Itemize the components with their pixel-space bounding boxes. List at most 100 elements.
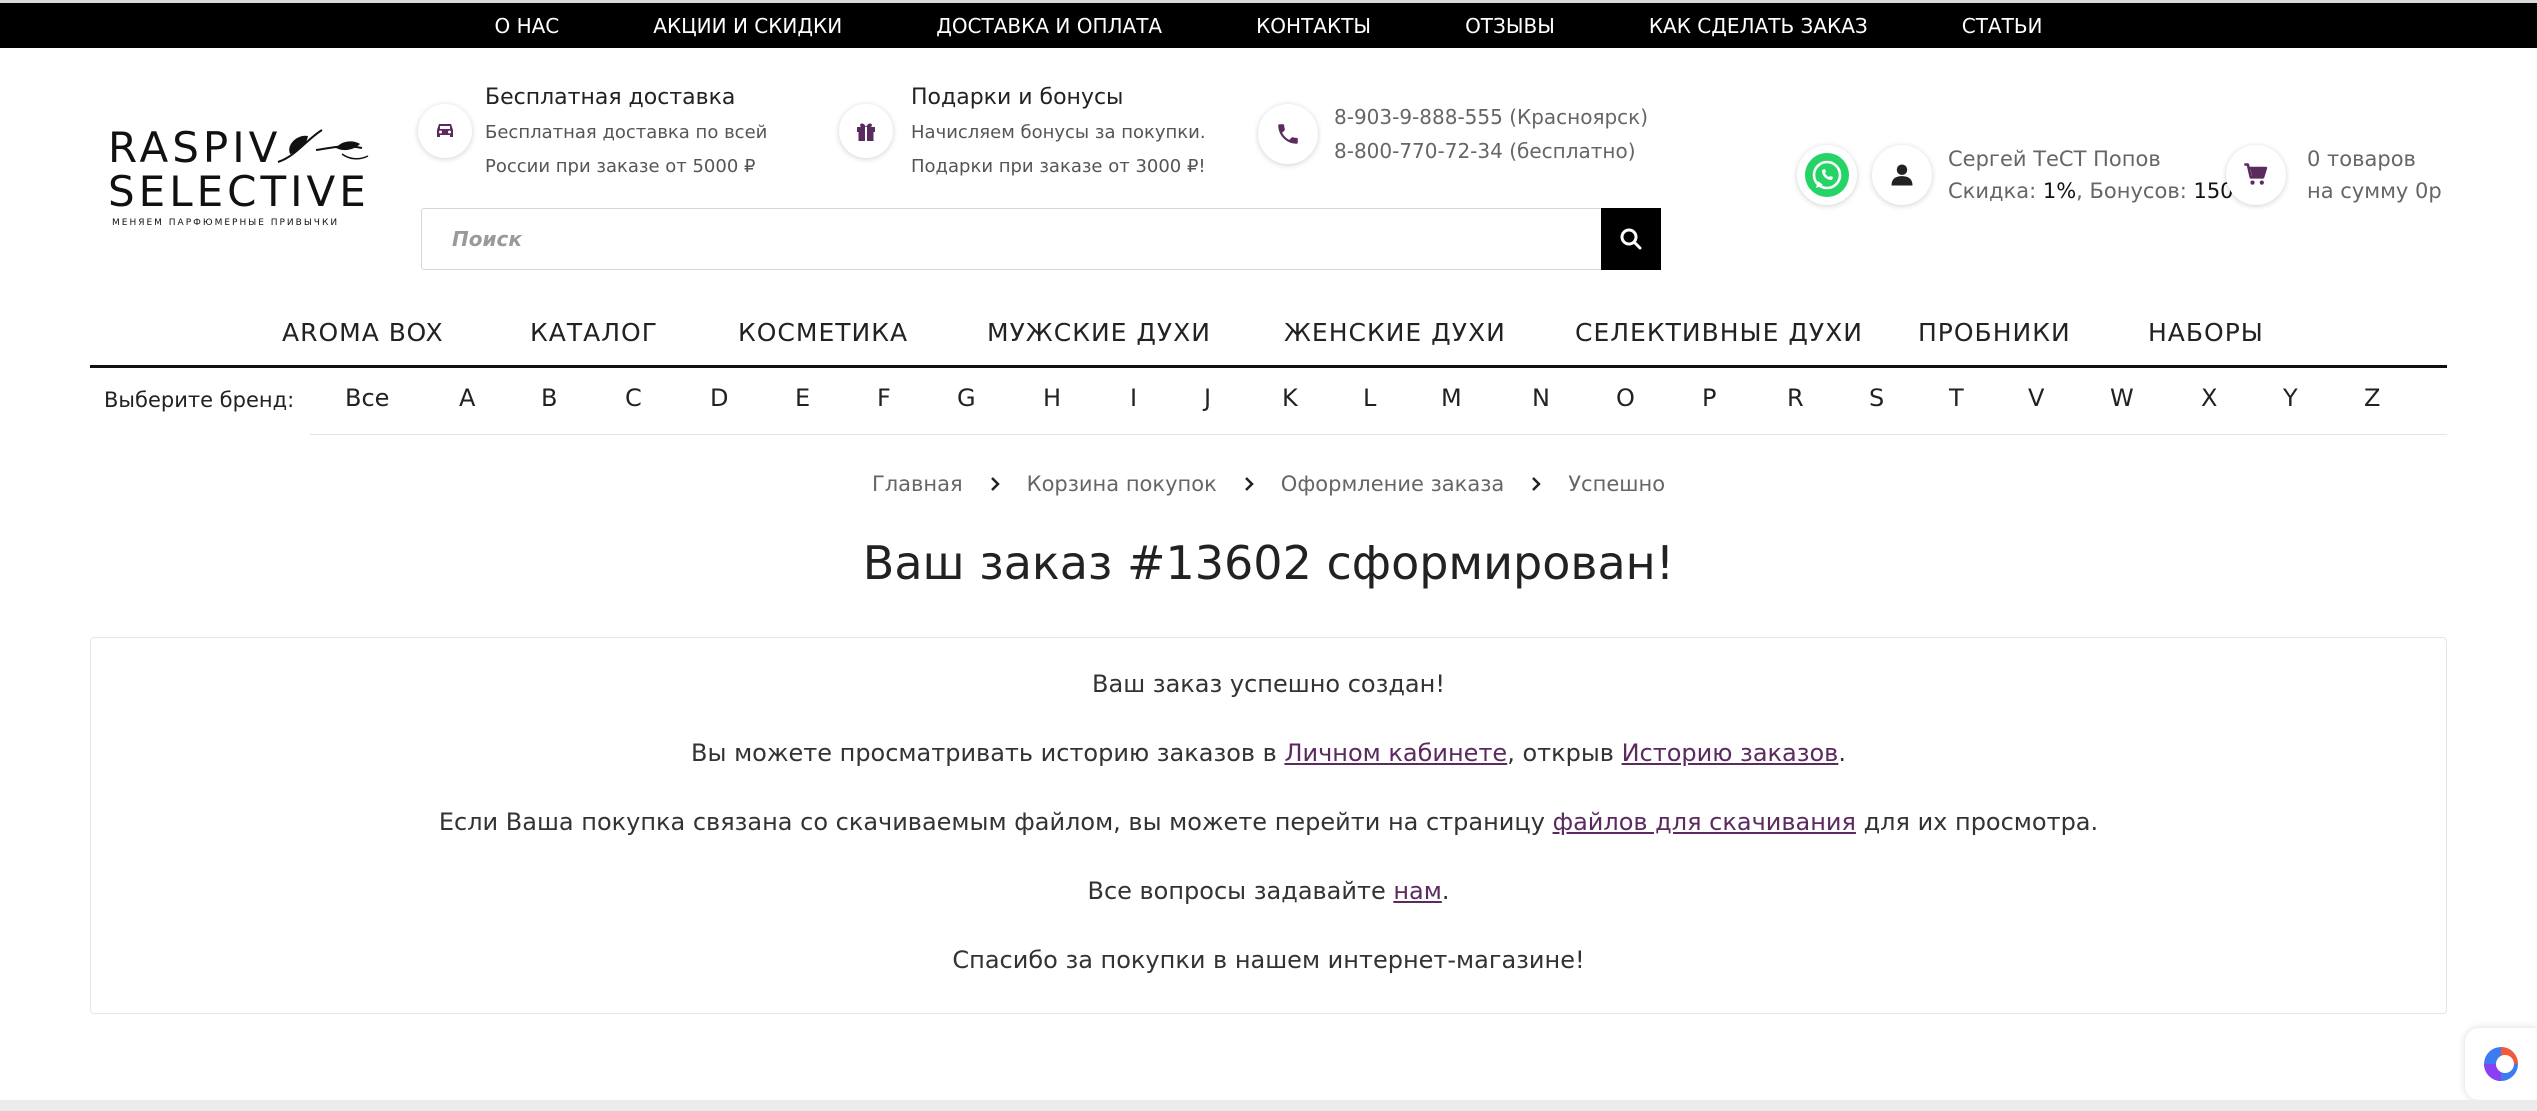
downloads-text: Если Ваша покупка связана со скачиваемым… bbox=[438, 808, 1553, 836]
page-bottom-strip bbox=[0, 1100, 2537, 1111]
brand-letter[interactable]: T bbox=[1949, 384, 1964, 412]
contact-link[interactable]: нам bbox=[1393, 877, 1442, 905]
logo-line-2: SELECTIVE bbox=[108, 167, 370, 216]
brand-filter: Выберите бренд: Все A B C D E F G H I J … bbox=[90, 368, 2447, 436]
gift-icon bbox=[857, 123, 875, 141]
brand-letter[interactable]: S bbox=[1869, 384, 1884, 412]
brand-letter[interactable]: M bbox=[1441, 384, 1462, 412]
brand-letter[interactable]: Y bbox=[2283, 384, 2298, 412]
order-history-text: , открыв bbox=[1507, 739, 1622, 767]
logo-tagline: МЕНЯЕМ ПАРФЮМЕРНЫЕ ПРИВЫЧКИ bbox=[112, 218, 340, 228]
contact-text: . bbox=[1441, 877, 1450, 905]
nav-selective-perfume[interactable]: СЕЛЕКТИВНЫЕ ДУХИ bbox=[1575, 318, 1863, 347]
nav-aroma-box[interactable]: AROMA BOX bbox=[282, 318, 444, 347]
downloads-link[interactable]: файлов для скачивания bbox=[1553, 808, 1856, 836]
chevron-right-icon bbox=[1243, 476, 1255, 492]
contact-note: Все вопросы задавайте нам. bbox=[91, 877, 2446, 905]
brand-letter[interactable]: Z bbox=[2364, 384, 2380, 412]
main-nav: AROMA BOX КАТАЛОГ КОСМЕТИКА МУЖСКИЕ ДУХИ… bbox=[90, 312, 2447, 368]
breadcrumb-checkout[interactable]: Оформление заказа bbox=[1281, 472, 1504, 496]
brand-letter[interactable]: C bbox=[625, 384, 642, 412]
downloads-note: Если Ваша покупка связана со скачиваемым… bbox=[91, 808, 2446, 836]
brand-letter[interactable]: B bbox=[541, 384, 557, 412]
leaf-icon bbox=[277, 129, 369, 163]
delivery-line-1: Бесплатная доставка по всей bbox=[485, 122, 768, 143]
chat-widget-button[interactable] bbox=[2465, 1028, 2537, 1100]
delivery-icon-circle bbox=[418, 104, 472, 158]
delivery-title: Бесплатная доставка bbox=[485, 85, 736, 110]
brand-letter[interactable]: F bbox=[877, 384, 891, 412]
top-nav-reviews[interactable]: ОТЗЫВЫ bbox=[1418, 14, 1602, 38]
brand-letter[interactable]: X bbox=[2201, 384, 2217, 412]
bonus-label: , Бонусов: bbox=[2076, 179, 2194, 203]
phone-icon bbox=[1278, 124, 1298, 144]
brand-letter[interactable]: P bbox=[1702, 384, 1716, 412]
order-history-text: Вы можете просматривать историю заказов … bbox=[691, 739, 1285, 767]
nav-catalog[interactable]: КАТАЛОГ bbox=[530, 318, 658, 347]
chevron-right-icon bbox=[1530, 476, 1542, 492]
cart-count[interactable]: 0 товаров bbox=[2307, 147, 2416, 171]
user-button[interactable] bbox=[1872, 145, 1932, 205]
brand-letter[interactable]: I bbox=[1130, 384, 1137, 412]
site-logo[interactable]: RASPIV SELECTIVE МЕНЯЕМ ПАРФЮМЕРНЫЕ ПРИВ… bbox=[108, 126, 376, 240]
downloads-text: для их просмотра. bbox=[1855, 808, 2099, 836]
brand-letter[interactable]: K bbox=[1282, 384, 1298, 412]
cart-button[interactable] bbox=[2226, 145, 2286, 205]
gifts-title: Подарки и бонусы bbox=[911, 85, 1124, 110]
whatsapp-button[interactable] bbox=[1797, 145, 1857, 205]
brand-letter[interactable]: N bbox=[1532, 384, 1550, 412]
top-nav-sales[interactable]: АКЦИИ И СКИДКИ bbox=[606, 14, 889, 38]
user-name[interactable]: Сергей ТеСТ Попов bbox=[1948, 147, 2161, 171]
car-icon bbox=[437, 124, 453, 137]
gift-icon-circle bbox=[839, 104, 893, 158]
brand-letter[interactable]: R bbox=[1787, 384, 1804, 412]
brand-letter[interactable]: E bbox=[795, 384, 810, 412]
delivery-line-2: России при заказе от 5000 ₽ bbox=[485, 156, 756, 177]
nav-womens-perfume[interactable]: ЖЕНСКИЕ ДУХИ bbox=[1284, 318, 1506, 347]
gifts-line-1: Начисляем бонусы за покупки. bbox=[911, 122, 1206, 143]
top-nav-about[interactable]: О НАС bbox=[447, 14, 606, 38]
brand-letter[interactable]: D bbox=[710, 384, 728, 412]
contact-text: Все вопросы задавайте bbox=[1087, 877, 1394, 905]
brand-letter[interactable]: O bbox=[1616, 384, 1635, 412]
nav-sets[interactable]: НАБОРЫ bbox=[2148, 318, 2264, 347]
search-input[interactable] bbox=[422, 209, 1600, 269]
gifts-line-2: Подарки при заказе от 3000 ₽! bbox=[911, 156, 1206, 177]
breadcrumb-home[interactable]: Главная bbox=[872, 472, 963, 496]
cart-icon bbox=[2244, 163, 2268, 185]
chevron-right-icon bbox=[989, 476, 1001, 492]
nav-cosmetics[interactable]: КОСМЕТИКА bbox=[738, 318, 908, 347]
success-message: Ваш заказ успешно создан! bbox=[1092, 670, 1445, 698]
brand-filter-label: Выберите бренд: bbox=[104, 388, 295, 412]
top-nav-delivery[interactable]: ДОСТАВКА И ОПЛАТА bbox=[889, 14, 1209, 38]
search-button[interactable] bbox=[1601, 208, 1661, 270]
user-discount-bonus: Скидка: 1%, Бонусов: 150 bbox=[1948, 179, 2234, 203]
cart-total[interactable]: на сумму 0р bbox=[2307, 179, 2442, 203]
top-nav-bar: О НАС АКЦИИ И СКИДКИ ДОСТАВКА И ОПЛАТА К… bbox=[0, 0, 2537, 48]
brand-letter[interactable]: H bbox=[1043, 384, 1061, 412]
phone-icon-circle[interactable] bbox=[1258, 104, 1318, 164]
page-title: Ваш заказ #13602 сформирован! bbox=[862, 536, 1675, 590]
brand-letter[interactable]: L bbox=[1363, 384, 1376, 412]
breadcrumb-cart[interactable]: Корзина покупок bbox=[1027, 472, 1217, 496]
account-link[interactable]: Личном кабинете bbox=[1284, 739, 1507, 767]
search-box bbox=[421, 208, 1661, 270]
top-nav-articles[interactable]: СТАТЬИ bbox=[1915, 14, 2090, 38]
brand-letter[interactable]: V bbox=[2028, 384, 2044, 412]
top-nav-how-to-order[interactable]: КАК СДЕЛАТЬ ЗАКАЗ bbox=[1602, 14, 1915, 38]
order-history-link[interactable]: Историю заказов bbox=[1622, 739, 1839, 767]
phone-free[interactable]: 8-800-770-72-34 (бесплатно) bbox=[1334, 139, 1636, 163]
top-nav-contacts[interactable]: КОНТАКТЫ bbox=[1209, 14, 1418, 38]
brand-letter-all[interactable]: Все bbox=[345, 384, 389, 412]
user-icon bbox=[1891, 164, 1913, 186]
breadcrumb-current: Успешно bbox=[1568, 472, 1666, 496]
brand-letter[interactable]: W bbox=[2110, 384, 2134, 412]
order-history-note: Вы можете просматривать историю заказов … bbox=[91, 739, 2446, 767]
phone-krasnoyarsk[interactable]: 8-903-9-888-555 (Красноярск) bbox=[1334, 105, 1648, 129]
brand-letter[interactable]: A bbox=[459, 384, 475, 412]
nav-samples[interactable]: ПРОБНИКИ bbox=[1918, 318, 2071, 347]
whatsapp-icon bbox=[1805, 153, 1849, 197]
nav-mens-perfume[interactable]: МУЖСКИЕ ДУХИ bbox=[987, 318, 1211, 347]
brand-letter[interactable]: J bbox=[1204, 384, 1211, 412]
brand-letter[interactable]: G bbox=[957, 384, 976, 412]
